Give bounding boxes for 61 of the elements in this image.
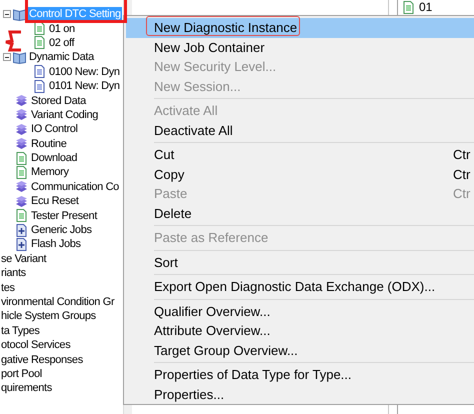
tree-item[interactable]: Variant Coding (30, 108, 100, 122)
menu-item[interactable]: Qualifier Overview... (126, 302, 474, 321)
job-document-icon (15, 238, 28, 251)
menu-item[interactable]: New Job Container (126, 38, 474, 57)
tree-item[interactable]: port Pool (0, 366, 43, 381)
document-icon (33, 65, 46, 78)
document-icon (15, 152, 28, 165)
menu-item[interactable]: Delete (126, 204, 474, 223)
book-stack-icon (15, 94, 28, 108)
tree-item[interactable]: Stored Data (30, 94, 87, 108)
tree-item[interactable]: 01 on (48, 22, 76, 36)
tree-item[interactable]: ta Types (0, 324, 41, 338)
tree-item[interactable]: hicle System Groups (0, 309, 97, 324)
book-icon (13, 50, 26, 64)
tree-item[interactable]: Dynamic Data (28, 50, 95, 64)
book-stack-icon (15, 122, 28, 136)
tree-item[interactable]: quirements (0, 381, 53, 396)
menu-item[interactable]: Export Open Diagnostic Data Exchange (ODX)... (126, 277, 474, 296)
book-stack-icon (15, 180, 28, 194)
tree-item[interactable]: Download (30, 151, 78, 166)
document-icon (15, 209, 28, 222)
tree-item[interactable]: Routine (30, 136, 68, 151)
menu-item[interactable]: Properties of Data Type for Type... (126, 365, 474, 384)
tree-item[interactable]: Memory (30, 165, 70, 180)
menu-item[interactable]: Copy Ctr (126, 164, 474, 184)
tree-item[interactable]: Ecu Reset (30, 194, 80, 208)
tree-item[interactable]: IO Control (30, 122, 79, 136)
document-icon (15, 166, 28, 179)
tree-item[interactable]: Tester Present (30, 208, 98, 223)
tree-item[interactable]: 0100 New: Dyn (48, 64, 121, 79)
list-item[interactable]: 01 (417, 0, 432, 14)
menu-item[interactable]: New Diagnostic Instance (126, 18, 474, 38)
tree-item[interactable]: 02 off (48, 36, 76, 50)
collapse-box[interactable] (3, 10, 11, 18)
tree-item[interactable]: otocol Services (0, 338, 72, 352)
tree-item[interactable]: Flash Jobs (30, 237, 82, 252)
menu-item[interactable]: Attribute Overview... (126, 321, 474, 340)
menu-item[interactable]: Cut Ctr (126, 145, 474, 164)
document-icon (402, 0, 415, 14)
menu-item[interactable]: Sort (126, 252, 474, 272)
tree-item[interactable]: Communication Co (30, 180, 120, 194)
job-document-icon (15, 224, 28, 237)
tree-item[interactable]: vironmental Condition Gr (0, 295, 116, 309)
annotation-bracket (3, 30, 23, 52)
tree-item[interactable]: tes (0, 280, 16, 295)
document-icon (33, 80, 46, 93)
book-stack-icon (15, 137, 28, 150)
book-stack-icon (15, 108, 28, 122)
book-stack-icon (15, 194, 28, 208)
tree-item[interactable]: se Variant (0, 252, 48, 266)
collapse-box[interactable] (3, 53, 11, 62)
document-icon (33, 36, 46, 50)
menu-item[interactable]: Target Group Overview... (126, 340, 474, 360)
tree-item[interactable]: riants (0, 266, 27, 280)
tree-item[interactable]: Generic Jobs (30, 223, 93, 238)
menu-item[interactable]: Properties... (126, 384, 474, 404)
tree-item[interactable]: 0101 New: Dyn (48, 79, 121, 94)
menu-item[interactable]: Deactivate All (126, 120, 474, 140)
document-icon (33, 22, 46, 36)
tree-item[interactable]: gative Responses (0, 352, 84, 367)
book-icon (13, 8, 26, 21)
